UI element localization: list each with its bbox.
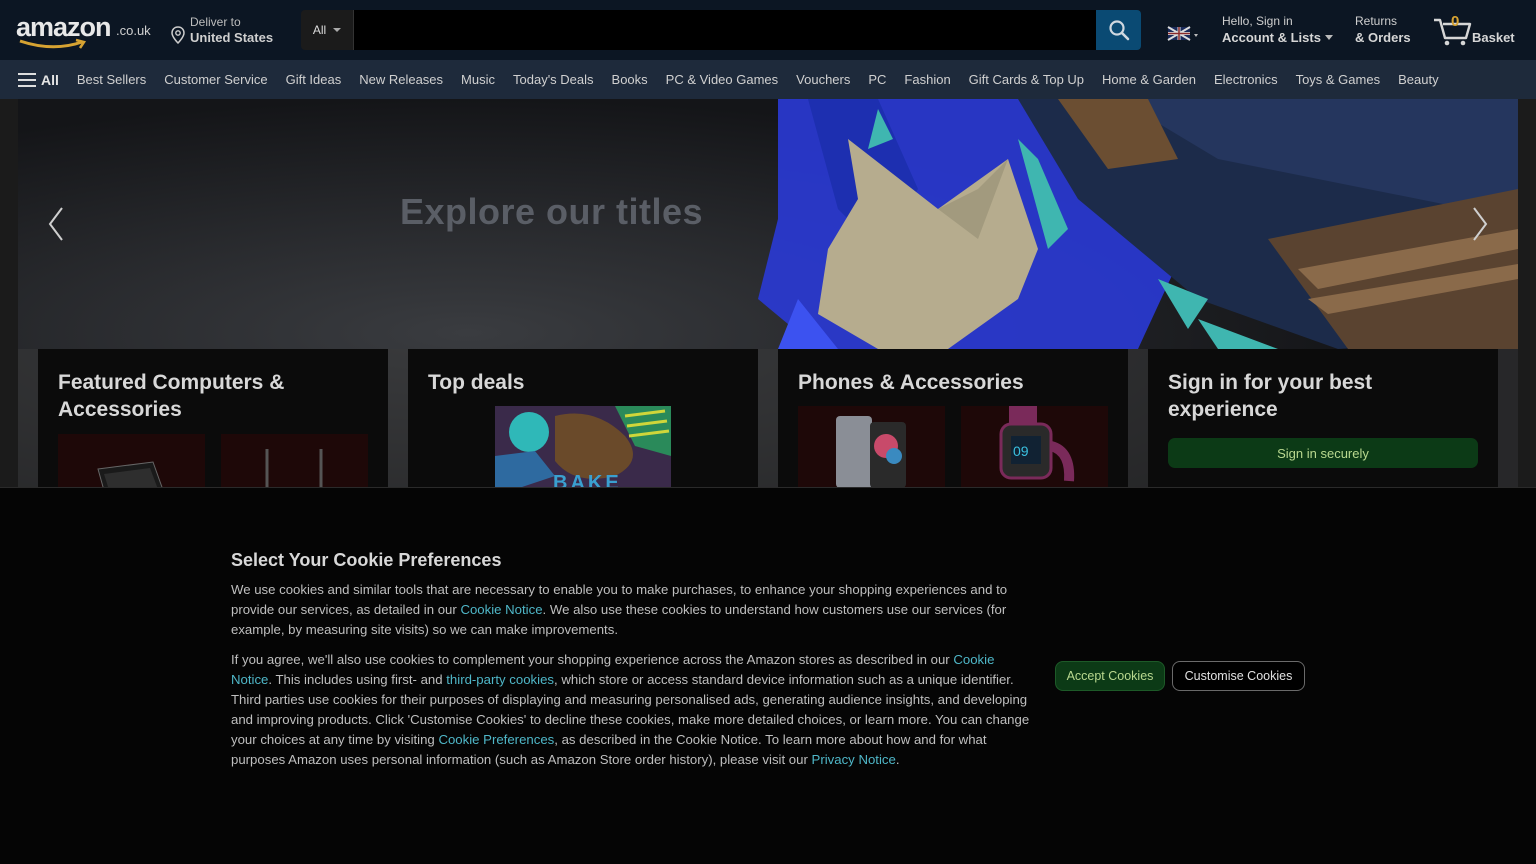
nav-item-todays-deals[interactable]: Today's Deals (513, 72, 594, 87)
cookie-preferences-link[interactable]: Cookie Preferences (438, 732, 554, 747)
customise-cookies-button[interactable]: Customise Cookies (1172, 661, 1305, 691)
product-tile-smartwatch[interactable]: 09 (961, 406, 1108, 489)
deliver-to[interactable]: Deliver to United States (168, 14, 288, 48)
nav-item-best-sellers[interactable]: Best Sellers (77, 72, 146, 87)
hero-title: Explore our titles (400, 191, 704, 232)
amazon-logo[interactable]: amazon .co.uk (16, 12, 154, 49)
chevron-right-icon[interactable] (1464, 204, 1494, 244)
basket-label: Basket (1472, 30, 1515, 45)
svg-text:09: 09 (1013, 443, 1029, 459)
product-tile-laptop[interactable] (58, 434, 205, 489)
logo-smile-icon (19, 38, 87, 49)
sign-in-button[interactable]: Sign in securely (1168, 438, 1478, 468)
main-nav: All Best Sellers Customer Service Gift I… (0, 60, 1536, 99)
nav-item-pc-video-games[interactable]: PC & Video Games (666, 72, 778, 87)
cookie-paragraph-1: We use cookies and similar tools that ar… (231, 580, 1031, 640)
laptop-image (97, 461, 164, 489)
account-lists[interactable]: Hello, Sign in Account & Lists (1222, 14, 1340, 48)
card-featured-computers[interactable]: Featured Computers & Accessories (38, 349, 388, 489)
hamburger-icon (18, 72, 36, 87)
pin-icon (171, 26, 185, 44)
search-input[interactable] (354, 10, 1096, 50)
cookie-text: . (895, 752, 900, 767)
card-title: Featured Computers & Accessories (58, 371, 285, 421)
header-bar: amazon .co.uk Deliver to United States A… (0, 0, 1536, 60)
nav-item-new-releases[interactable]: New Releases (359, 72, 443, 87)
router-image (260, 449, 328, 489)
nav-item-fashion[interactable]: Fashion (904, 72, 950, 87)
cookie-text: If you agree, we'll also use cookies to … (231, 652, 954, 667)
account-greeting: Hello, Sign in (1222, 14, 1293, 28)
nav-item-beauty[interactable]: Beauty (1398, 72, 1438, 87)
logo-tld: .co.uk (116, 23, 151, 38)
nav-item-pc[interactable]: PC (868, 72, 886, 87)
nav-item-electronics[interactable]: Electronics (1214, 72, 1278, 87)
all-label: All (41, 71, 59, 88)
card-title: Phones & Accessories (798, 371, 1024, 394)
third-party-cookies-link[interactable]: third-party cookies (446, 672, 554, 687)
search-category-dropdown[interactable]: All (301, 10, 354, 50)
product-tile-cookbook[interactable]: BAKE (495, 406, 671, 489)
chevron-left-icon[interactable] (42, 204, 72, 244)
smartwatch-image: 09 (999, 406, 1075, 482)
chevron-down-icon (1324, 35, 1333, 40)
phone-image (836, 416, 906, 488)
nav-item-customer-service[interactable]: Customer Service (164, 72, 267, 87)
privacy-notice-link[interactable]: Privacy Notice (812, 752, 896, 767)
basket-count: 0 (1451, 13, 1460, 30)
cookie-preferences-panel: Select Your Cookie Preferences We use co… (0, 487, 1536, 864)
card-top-deals[interactable]: Top deals BAKE (408, 349, 758, 489)
card-title: Sign in for your best experience (1168, 371, 1373, 421)
cookie-paragraph-2: If you agree, we'll also use cookies to … (231, 650, 1031, 770)
product-tile-router[interactable] (221, 434, 368, 489)
returns-orders[interactable]: Returns & Orders (1355, 14, 1425, 48)
cookie-notice-link[interactable]: Cookie Notice (460, 602, 542, 617)
nav-item-gift-ideas[interactable]: Gift Ideas (286, 72, 342, 87)
card-title: Top deals (428, 371, 525, 394)
uk-flag-icon (1167, 26, 1198, 41)
search-icon (1108, 20, 1129, 41)
all-menu-button[interactable]: All (18, 72, 59, 88)
nav-item-toys-games[interactable]: Toys & Games (1296, 72, 1381, 87)
card-sign-in: Sign in for your best experience Sign in… (1148, 349, 1498, 489)
nav-item-books[interactable]: Books (612, 72, 648, 87)
account-row: Account & Lists (1222, 30, 1340, 45)
nav-item-vouchers[interactable]: Vouchers (796, 72, 850, 87)
search-button[interactable] (1096, 10, 1141, 50)
returns-label: Returns (1355, 14, 1398, 28)
search-category-label: All (312, 23, 327, 37)
accept-cookies-button[interactable]: Accept Cookies (1055, 661, 1165, 691)
basket[interactable]: 0 Basket (1432, 10, 1524, 50)
page-gutter-right (1518, 99, 1536, 489)
card-phones-accessories[interactable]: Phones & Accessories 09 (778, 349, 1128, 489)
nav-item-gift-cards[interactable]: Gift Cards & Top Up (969, 72, 1084, 87)
cookie-title: Select Your Cookie Preferences (231, 550, 502, 570)
orders-label: & Orders (1355, 30, 1411, 45)
search-bar: All (301, 10, 1141, 50)
product-tile-phone[interactable] (798, 406, 945, 489)
page-gutter-left (0, 99, 18, 489)
chevron-down-icon (333, 28, 342, 32)
deliver-label: Deliver to (190, 15, 241, 29)
nav-item-music[interactable]: Music (461, 72, 495, 87)
account-label: Account & Lists (1222, 30, 1321, 45)
nav-item-home-garden[interactable]: Home & Garden (1102, 72, 1196, 87)
cookie-text: . This includes using first- and (268, 672, 447, 687)
language-selector[interactable] (1166, 24, 1206, 42)
deliver-location: United States (190, 30, 274, 45)
